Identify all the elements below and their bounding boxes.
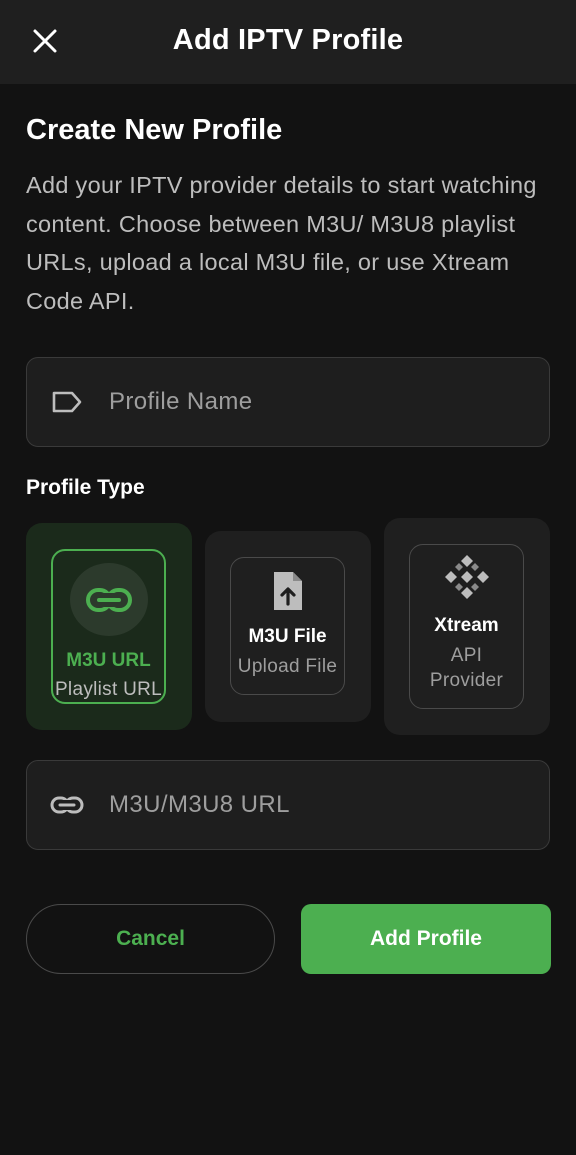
app-header: Add IPTV Profile (0, 0, 576, 84)
add-profile-button[interactable]: Add Profile (301, 904, 551, 974)
add-profile-screen: Add IPTV Profile Create New Profile Add … (0, 0, 576, 1155)
page-title: Add IPTV Profile (172, 24, 404, 56)
type-option-m3u-file-frame: M3U File Upload File (230, 557, 345, 695)
profile-type-label: Profile Type (26, 476, 145, 499)
type-option-subtitle: API Provider (429, 645, 504, 691)
file-upload-icon (271, 568, 305, 614)
type-option-subtitle: Upload File (237, 656, 338, 677)
type-option-title: M3U File (248, 626, 327, 647)
label-tag-icon (27, 358, 105, 446)
type-option-title: Xtream (434, 615, 499, 636)
type-option-title: M3U URL (66, 650, 151, 671)
cancel-button[interactable]: Cancel (26, 904, 275, 974)
profile-name-input[interactable] (105, 358, 549, 446)
link-icon (27, 761, 105, 849)
url-input[interactable] (105, 761, 549, 849)
api-diamond-icon (443, 553, 491, 601)
type-option-subtitle: Playlist URL (54, 679, 163, 700)
profile-name-field[interactable] (26, 357, 550, 447)
link-icon (69, 563, 148, 636)
type-option-m3u-url[interactable]: M3U URL Playlist URL (26, 523, 192, 730)
url-field[interactable] (26, 760, 550, 850)
type-option-m3u-file[interactable]: M3U File Upload File (205, 531, 371, 722)
section-title: Create New Profile (26, 114, 283, 146)
type-option-xtream-frame: Xtream API Provider (409, 544, 524, 709)
type-option-m3u-url-frame: M3U URL Playlist URL (51, 549, 166, 704)
type-option-xtream[interactable]: Xtream API Provider (384, 518, 550, 735)
section-description: Add your IPTV provider details to start … (26, 172, 537, 314)
